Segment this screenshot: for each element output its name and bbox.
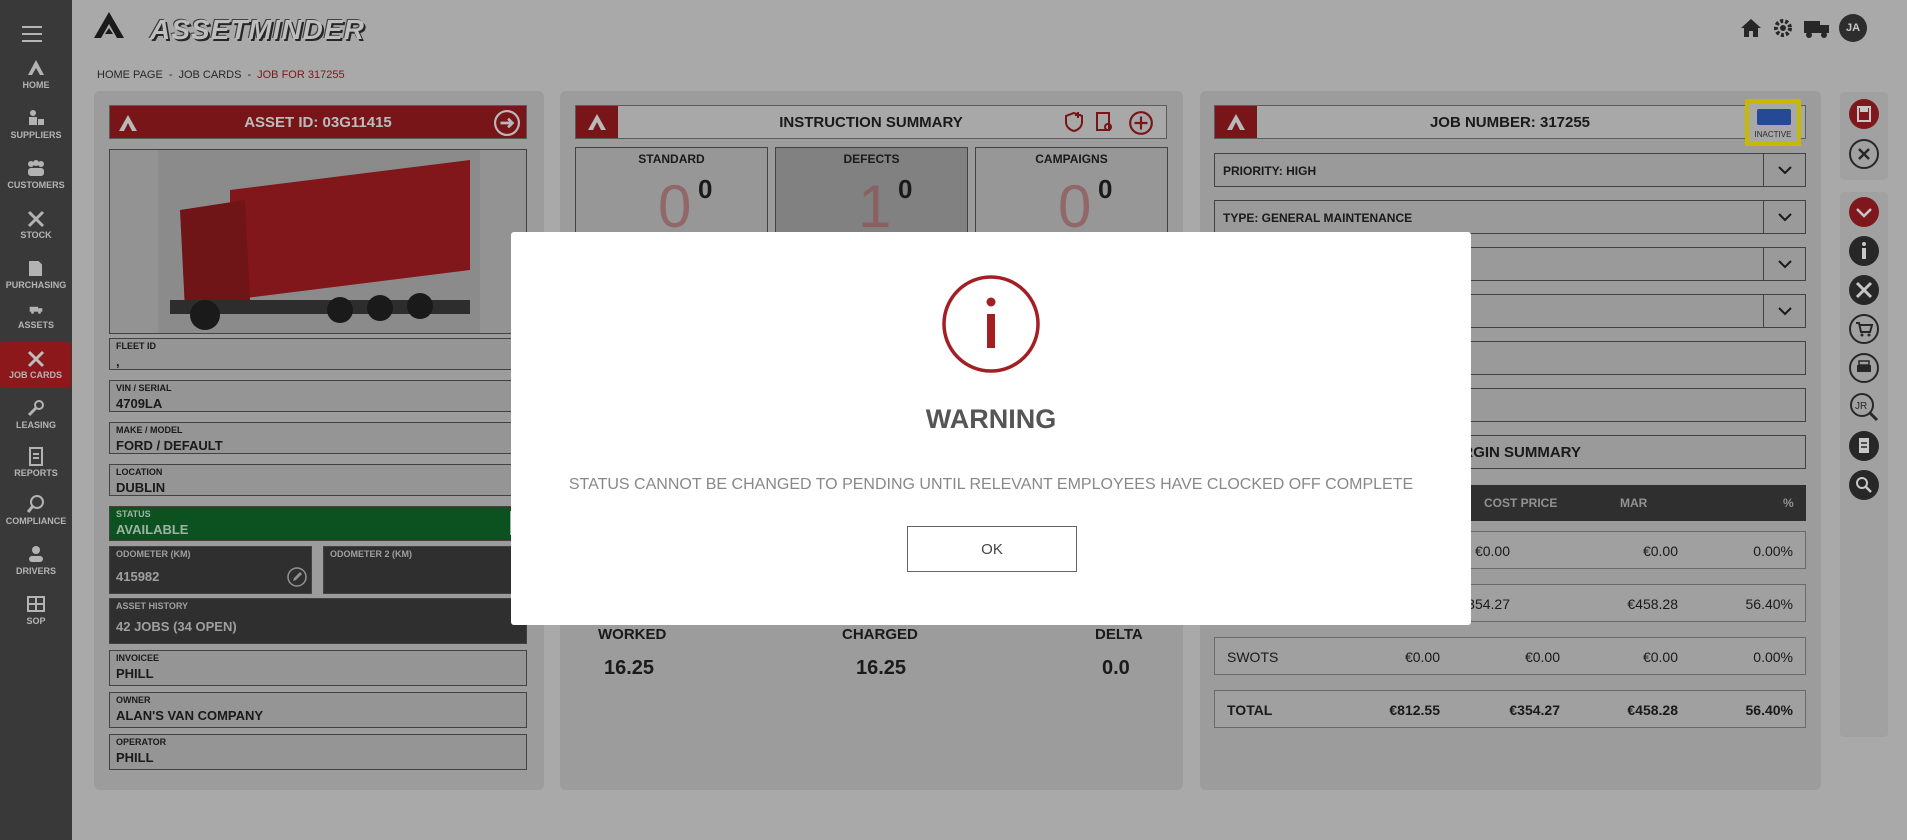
modal-title: WARNING	[925, 404, 1057, 434]
warning-modal: WARNING STATUS CANNOT BE CHANGED TO PEND…	[511, 232, 1471, 625]
info-icon	[942, 275, 1040, 373]
modal-message: STATUS CANNOT BE CHANGED TO PENDING UNTI…	[568, 476, 1414, 493]
ok-button[interactable]: OK	[907, 526, 1077, 572]
